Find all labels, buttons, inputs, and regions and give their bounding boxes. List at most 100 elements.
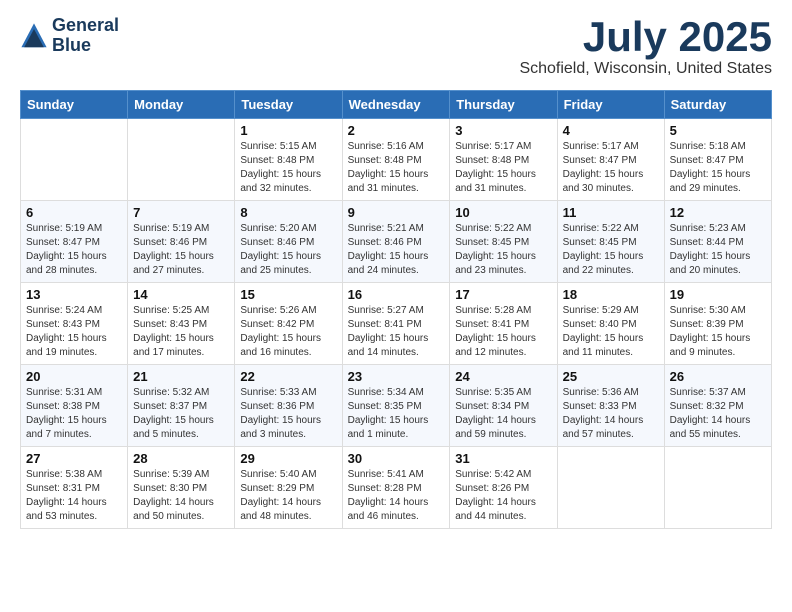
calendar-cell: 24 Sunrise: 5:35 AMSunset: 8:34 PMDayligh… bbox=[450, 365, 557, 447]
day-number: 11 bbox=[563, 205, 659, 220]
calendar-cell: 25Sunrise: 5:36 AMSunset: 8:33 PMDayligh… bbox=[557, 365, 664, 447]
calendar-week-row: 20 Sunrise: 5:31 AMSunset: 8:38 PMDayligh… bbox=[21, 365, 772, 447]
day-number: 21 bbox=[133, 369, 229, 384]
day-info: Sunrise: 5:17 AMSunset: 8:47 PMDaylight:… bbox=[563, 140, 659, 196]
day-number: 4 bbox=[563, 123, 659, 138]
day-number: 20 bbox=[26, 369, 122, 384]
calendar-week-row: 1 Sunrise: 5:15 AMSunset: 8:48 PMDaylight… bbox=[21, 119, 772, 201]
day-number: 30 bbox=[348, 451, 445, 466]
calendar-week-row: 6 Sunrise: 5:19 AMSunset: 8:47 PMDaylight… bbox=[21, 201, 772, 283]
logo-line1: General bbox=[52, 16, 119, 36]
calendar-cell: 20 Sunrise: 5:31 AMSunset: 8:38 PMDayligh… bbox=[21, 365, 128, 447]
day-info: Sunrise: 5:17 AMSunset: 8:48 PMDaylight:… bbox=[455, 140, 551, 196]
calendar-cell: 15 Sunrise: 5:26 AMSunset: 8:42 PMDayligh… bbox=[235, 283, 342, 365]
calendar-cell: 21 Sunrise: 5:32 AMSunset: 8:37 PMDayligh… bbox=[128, 365, 235, 447]
day-info: Sunrise: 5:36 AMSunset: 8:33 PMDaylight:… bbox=[563, 386, 659, 442]
calendar-cell: 30 Sunrise: 5:41 AMSunset: 8:28 PMDayligh… bbox=[342, 447, 450, 529]
calendar-body: 1 Sunrise: 5:15 AMSunset: 8:48 PMDaylight… bbox=[21, 119, 772, 529]
calendar-cell: 3 Sunrise: 5:17 AMSunset: 8:48 PMDaylight… bbox=[450, 119, 557, 201]
day-info: Sunrise: 5:38 AMSunset: 8:31 PMDaylight:… bbox=[26, 468, 122, 524]
day-info: Sunrise: 5:15 AMSunset: 8:48 PMDaylight:… bbox=[240, 140, 336, 196]
calendar-table: SundayMondayTuesdayWednesdayThursdayFrid… bbox=[20, 90, 772, 529]
day-info: Sunrise: 5:35 AMSunset: 8:34 PMDaylight:… bbox=[455, 386, 551, 442]
weekday-header: Saturday bbox=[664, 91, 771, 119]
day-number: 13 bbox=[26, 287, 122, 302]
day-number: 22 bbox=[240, 369, 336, 384]
day-info: Sunrise: 5:28 AMSunset: 8:41 PMDaylight:… bbox=[455, 304, 551, 360]
day-number: 28 bbox=[133, 451, 229, 466]
day-number: 16 bbox=[348, 287, 445, 302]
day-info: Sunrise: 5:27 AMSunset: 8:41 PMDaylight:… bbox=[348, 304, 445, 360]
day-number: 24 bbox=[455, 369, 551, 384]
calendar-cell: 11Sunrise: 5:22 AMSunset: 8:45 PMDayligh… bbox=[557, 201, 664, 283]
calendar-week-row: 27 Sunrise: 5:38 AMSunset: 8:31 PMDayligh… bbox=[21, 447, 772, 529]
day-info: Sunrise: 5:22 AMSunset: 8:45 PMDaylight:… bbox=[455, 222, 551, 278]
day-info: Sunrise: 5:32 AMSunset: 8:37 PMDaylight:… bbox=[133, 386, 229, 442]
calendar-cell: 5Sunrise: 5:18 AMSunset: 8:47 PMDaylight… bbox=[664, 119, 771, 201]
day-info: Sunrise: 5:29 AMSunset: 8:40 PMDaylight:… bbox=[563, 304, 659, 360]
logo: General Blue bbox=[20, 16, 119, 56]
weekday-header: Monday bbox=[128, 91, 235, 119]
day-number: 15 bbox=[240, 287, 336, 302]
day-number: 29 bbox=[240, 451, 336, 466]
calendar-cell: 14 Sunrise: 5:25 AMSunset: 8:43 PMDayligh… bbox=[128, 283, 235, 365]
day-number: 6 bbox=[26, 205, 122, 220]
calendar-cell: 4 Sunrise: 5:17 AMSunset: 8:47 PMDaylight… bbox=[557, 119, 664, 201]
day-info: Sunrise: 5:40 AMSunset: 8:29 PMDaylight:… bbox=[240, 468, 336, 524]
calendar-cell bbox=[21, 119, 128, 201]
calendar-cell: 8 Sunrise: 5:20 AMSunset: 8:46 PMDaylight… bbox=[235, 201, 342, 283]
day-number: 12 bbox=[670, 205, 766, 220]
calendar-cell: 2Sunrise: 5:16 AMSunset: 8:48 PMDaylight… bbox=[342, 119, 450, 201]
day-info: Sunrise: 5:19 AMSunset: 8:46 PMDaylight:… bbox=[133, 222, 229, 278]
calendar-cell: 29 Sunrise: 5:40 AMSunset: 8:29 PMDayligh… bbox=[235, 447, 342, 529]
day-info: Sunrise: 5:26 AMSunset: 8:42 PMDaylight:… bbox=[240, 304, 336, 360]
day-info: Sunrise: 5:34 AMSunset: 8:35 PMDaylight:… bbox=[348, 386, 445, 442]
day-number: 18 bbox=[563, 287, 659, 302]
day-info: Sunrise: 5:21 AMSunset: 8:46 PMDaylight:… bbox=[348, 222, 445, 278]
calendar-cell: 10Sunrise: 5:22 AMSunset: 8:45 PMDayligh… bbox=[450, 201, 557, 283]
calendar-cell: 22 Sunrise: 5:33 AMSunset: 8:36 PMDayligh… bbox=[235, 365, 342, 447]
day-info: Sunrise: 5:42 AMSunset: 8:26 PMDaylight:… bbox=[455, 468, 551, 524]
day-number: 23 bbox=[348, 369, 445, 384]
calendar-cell: 26 Sunrise: 5:37 AMSunset: 8:32 PMDayligh… bbox=[664, 365, 771, 447]
day-number: 8 bbox=[240, 205, 336, 220]
calendar-cell bbox=[557, 447, 664, 529]
day-number: 2 bbox=[348, 123, 445, 138]
calendar-cell bbox=[664, 447, 771, 529]
day-number: 17 bbox=[455, 287, 551, 302]
day-info: Sunrise: 5:19 AMSunset: 8:47 PMDaylight:… bbox=[26, 222, 122, 278]
day-number: 31 bbox=[455, 451, 551, 466]
day-number: 26 bbox=[670, 369, 766, 384]
calendar-cell: 9 Sunrise: 5:21 AMSunset: 8:46 PMDaylight… bbox=[342, 201, 450, 283]
day-number: 3 bbox=[455, 123, 551, 138]
day-info: Sunrise: 5:18 AMSunset: 8:47 PMDaylight:… bbox=[670, 140, 766, 196]
calendar-cell: 31 Sunrise: 5:42 AMSunset: 8:26 PMDayligh… bbox=[450, 447, 557, 529]
day-info: Sunrise: 5:41 AMSunset: 8:28 PMDaylight:… bbox=[348, 468, 445, 524]
header: General Blue July 2025 Schofield, Wiscon… bbox=[20, 16, 772, 78]
calendar-cell: 27 Sunrise: 5:38 AMSunset: 8:31 PMDayligh… bbox=[21, 447, 128, 529]
day-number: 14 bbox=[133, 287, 229, 302]
weekday-header: Friday bbox=[557, 91, 664, 119]
calendar-week-row: 13 Sunrise: 5:24 AMSunset: 8:43 PMDayligh… bbox=[21, 283, 772, 365]
day-number: 7 bbox=[133, 205, 229, 220]
page-container: General Blue July 2025 Schofield, Wiscon… bbox=[20, 16, 772, 529]
calendar-cell: 7 Sunrise: 5:19 AMSunset: 8:46 PMDaylight… bbox=[128, 201, 235, 283]
day-number: 9 bbox=[348, 205, 445, 220]
weekday-header: Thursday bbox=[450, 91, 557, 119]
day-info: Sunrise: 5:33 AMSunset: 8:36 PMDaylight:… bbox=[240, 386, 336, 442]
day-info: Sunrise: 5:25 AMSunset: 8:43 PMDaylight:… bbox=[133, 304, 229, 360]
day-info: Sunrise: 5:24 AMSunset: 8:43 PMDaylight:… bbox=[26, 304, 122, 360]
calendar-cell: 19Sunrise: 5:30 AMSunset: 8:39 PMDayligh… bbox=[664, 283, 771, 365]
day-number: 1 bbox=[240, 123, 336, 138]
calendar-cell: 18 Sunrise: 5:29 AMSunset: 8:40 PMDayligh… bbox=[557, 283, 664, 365]
day-info: Sunrise: 5:31 AMSunset: 8:38 PMDaylight:… bbox=[26, 386, 122, 442]
day-info: Sunrise: 5:39 AMSunset: 8:30 PMDaylight:… bbox=[133, 468, 229, 524]
logo-text: General Blue bbox=[52, 16, 119, 56]
calendar-header: SundayMondayTuesdayWednesdayThursdayFrid… bbox=[21, 91, 772, 119]
day-number: 27 bbox=[26, 451, 122, 466]
weekday-row: SundayMondayTuesdayWednesdayThursdayFrid… bbox=[21, 91, 772, 119]
day-info: Sunrise: 5:37 AMSunset: 8:32 PMDaylight:… bbox=[670, 386, 766, 442]
day-info: Sunrise: 5:20 AMSunset: 8:46 PMDaylight:… bbox=[240, 222, 336, 278]
day-number: 19 bbox=[670, 287, 766, 302]
calendar-cell: 6 Sunrise: 5:19 AMSunset: 8:47 PMDaylight… bbox=[21, 201, 128, 283]
